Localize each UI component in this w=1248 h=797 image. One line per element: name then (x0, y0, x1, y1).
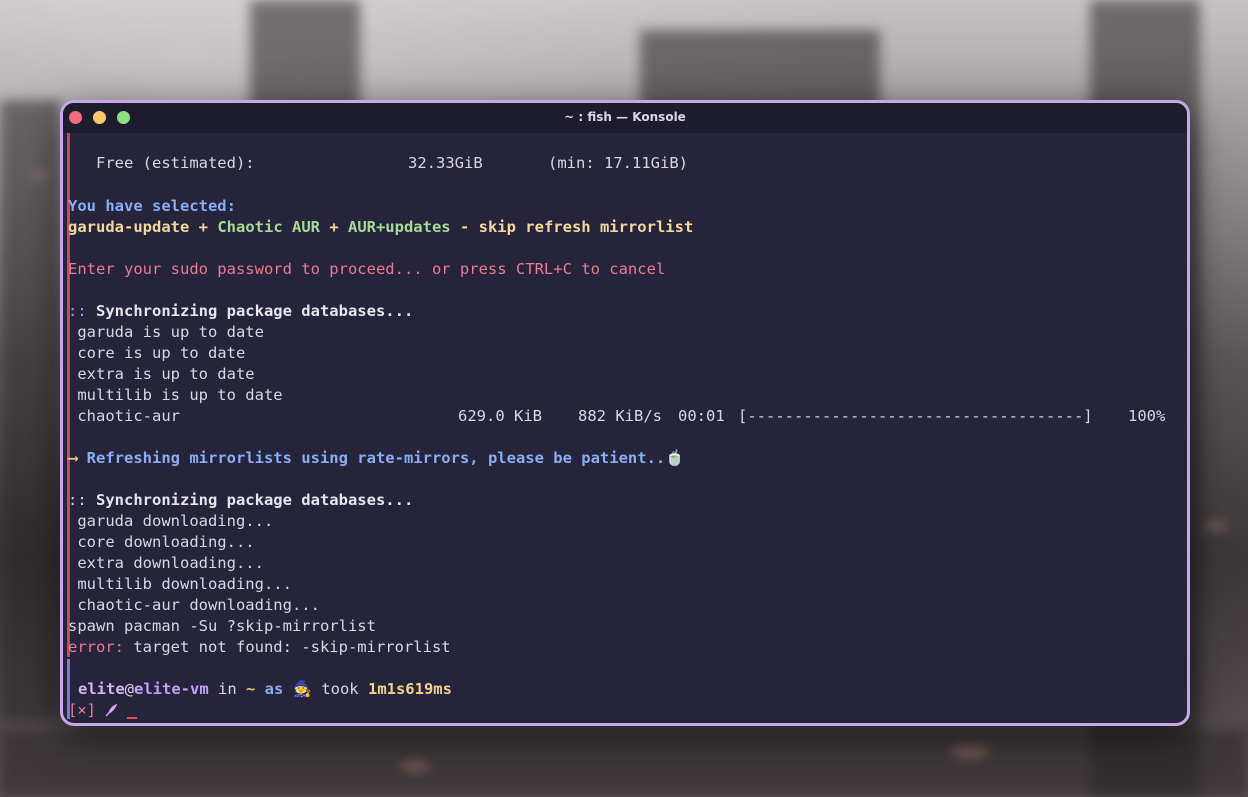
db-status-line: garuda is up to date (68, 323, 264, 341)
chaotic-speed: 882 KiB/s (578, 407, 662, 425)
refresh-text: Refreshing mirrorlists using rate-mirror… (77, 449, 666, 467)
selected-label-line: You have selected: (68, 196, 236, 217)
sudo-prompt-line: Enter your sudo password to proceed... o… (68, 259, 665, 280)
spawn-line: spawn pacman -Su ?skip-mirrorlist (68, 617, 376, 635)
db-download-line: core downloading... (68, 533, 255, 551)
option-chaotic-aur: Chaotic AUR (217, 218, 320, 236)
prompt-info-line: elite@elite-vm in ~ as 🧙 took 1m1s619ms (78, 679, 452, 700)
dash-separator: - (450, 218, 479, 236)
konsole-window: ~ : fish — Konsole Free (estimated): 32.3… (60, 100, 1190, 726)
exit-status: [×] (68, 701, 96, 719)
error-label: error: (68, 638, 124, 656)
tea-icon: 🍵 (665, 449, 685, 467)
prompt-in: in (208, 680, 246, 698)
db-download-line: extra downloading... (68, 554, 264, 572)
prompt-input-line[interactable]: [×] (68, 700, 137, 721)
arrow-icon: ⟶ (68, 449, 78, 467)
prompt-took: took (311, 680, 368, 698)
feather-icon (105, 701, 118, 719)
error-line: error: target not found: -skip-mirrorlis… (68, 637, 451, 658)
prompt-user: elite (78, 680, 125, 698)
db-download-line: multilib downloading... (68, 575, 292, 593)
selected-options-line: garuda-update + Chaotic AUR + AUR+update… (68, 217, 693, 238)
sync-header-2: :: Synchronizing package databases... (68, 490, 413, 511)
terminal-output[interactable]: Free (estimated): 32.33GiB (min: 17.11GiB)… (63, 133, 1187, 723)
chaotic-name: chaotic-aur (68, 407, 180, 425)
free-min: (min: 17.11GiB) (548, 154, 688, 172)
progress-percent: 100% (1128, 407, 1166, 425)
title-bar[interactable]: ~ : fish — Konsole (63, 103, 1187, 133)
progress-bar: [------------------------------------] (738, 407, 1093, 425)
text-cursor (126, 717, 137, 719)
sync-header-1: :: Synchronizing package databases... (68, 301, 413, 322)
refresh-line: ⟶ Refreshing mirrorlists using rate-mirr… (68, 448, 685, 469)
free-label: Free (estimated): (68, 154, 255, 172)
sudo-prompt: Enter your sudo password to proceed... o… (68, 260, 666, 278)
prompt-directory: ~ (246, 680, 256, 698)
option-skip-refresh: skip refresh mirrorlist (478, 218, 694, 236)
sync-text: Synchronizing package databases... (86, 491, 414, 509)
db-download-line: garuda downloading... (68, 512, 274, 530)
prompt-at: @ (124, 680, 135, 698)
db-status-line: extra is up to date (68, 365, 255, 383)
option-aur-updates: AUR+updates (347, 218, 451, 236)
chaotic-size: 629.0 KiB (458, 407, 542, 425)
plus-separator: + (319, 218, 348, 236)
sync-prefix: :: (68, 491, 87, 509)
wizard-icon: 🧙 (292, 680, 312, 698)
db-download-line: chaotic-aur downloading... (68, 596, 320, 614)
chaotic-progress-line: chaotic-aur 629.0 KiB 882 KiB/s 00:01 [-----… (68, 406, 1165, 427)
error-text: target not found: -skip-mirrorlist (124, 638, 451, 656)
prompt-as: as (255, 680, 293, 698)
sync-text: Synchronizing package databases... (86, 302, 414, 320)
free-value: 32.33GiB (408, 154, 483, 172)
selected-label: You have selected: (68, 197, 236, 215)
db-status-line: core is up to date (68, 344, 246, 362)
db-status-line: multilib is up to date (68, 386, 283, 404)
window-title: ~ : fish — Konsole (564, 110, 686, 124)
prompt-host: elite-vm (134, 680, 209, 698)
chaotic-time: 00:01 (678, 407, 725, 425)
option-garuda-update: garuda-update (68, 218, 190, 236)
prompt-duration: 1m1s619ms (367, 680, 452, 698)
plus-separator: + (189, 218, 218, 236)
free-space-line: Free (estimated): 32.33GiB (min: 17.11GiB) (68, 153, 688, 174)
sync-prefix: :: (68, 302, 87, 320)
